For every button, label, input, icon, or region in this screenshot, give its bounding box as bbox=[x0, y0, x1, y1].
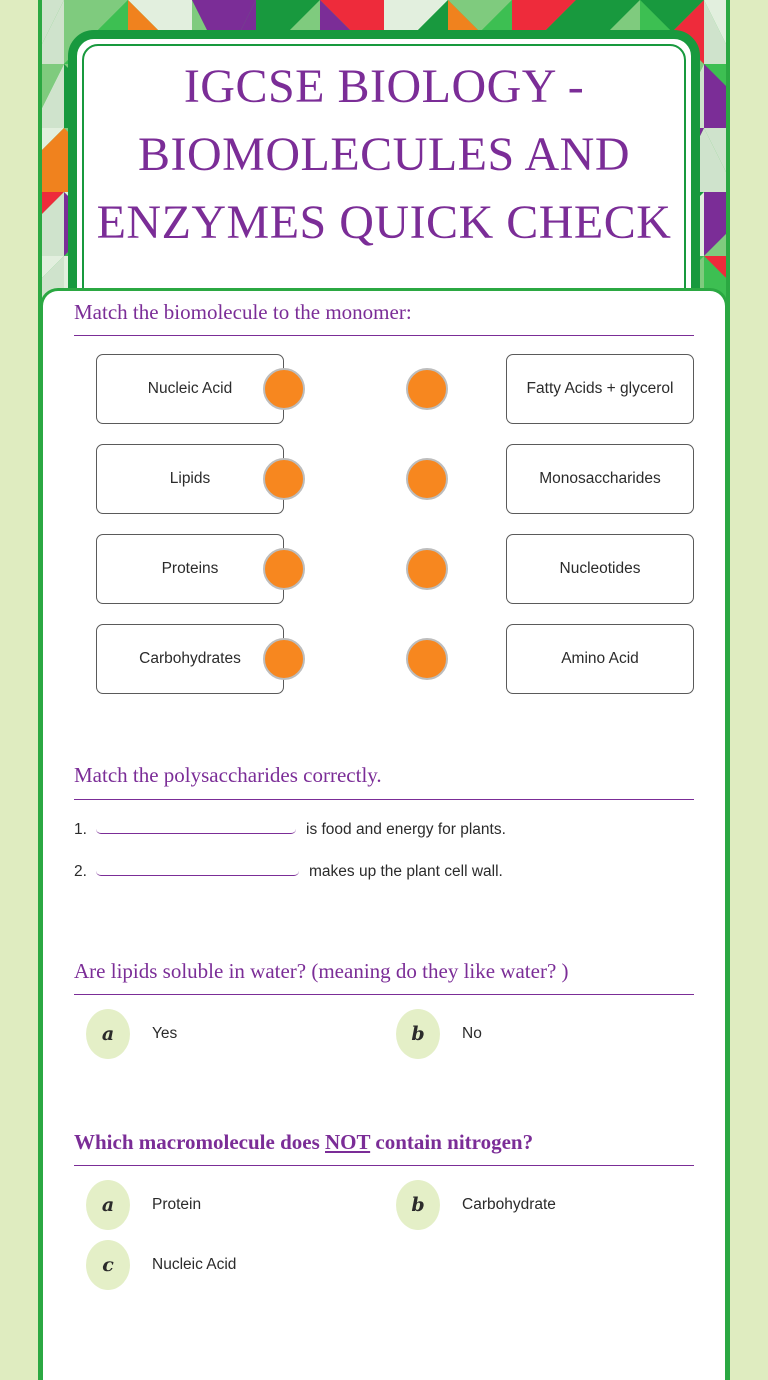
choice-option[interactable]: a Yes bbox=[74, 1008, 384, 1059]
option-letter-bubble[interactable]: b bbox=[396, 1180, 440, 1231]
question-1-divider bbox=[74, 335, 694, 337]
blank-number: 2. bbox=[74, 862, 87, 880]
question-4-divider bbox=[74, 1165, 694, 1167]
choice-option[interactable]: a Protein bbox=[74, 1180, 384, 1231]
match-connector-dot[interactable] bbox=[406, 368, 448, 411]
blank-sentence-tail: is food and energy for plants. bbox=[306, 820, 506, 838]
blank-input-1[interactable] bbox=[96, 814, 296, 834]
choice-option[interactable]: c Nucleic Acid bbox=[74, 1240, 384, 1291]
match-box-label[interactable]: Lipids bbox=[96, 444, 284, 515]
match-item[interactable]: Nucleic Acid bbox=[74, 354, 364, 425]
option-label[interactable]: Nucleic Acid bbox=[152, 1256, 236, 1274]
question-3-prompt: Are lipids soluble in water? (meaning do… bbox=[74, 958, 569, 983]
match-box-label[interactable]: Proteins bbox=[96, 534, 284, 605]
match-item[interactable]: Amino Acid bbox=[404, 624, 694, 695]
worksheet-content-sheet: Match the biomolecule to the monomer: Nu… bbox=[40, 288, 728, 1380]
matching-grid: Nucleic Acid Lipids Proteins Carbohydrat… bbox=[74, 354, 694, 714]
match-box-label[interactable]: Monosaccharides bbox=[506, 444, 694, 515]
question-polysaccharides: Match the polysaccharides correctly. 1. … bbox=[74, 754, 694, 880]
choice-option[interactable]: b Carbohydrate bbox=[384, 1180, 694, 1231]
page-title: IGCSE BIOLOGY - BIOMOLECULES AND ENZYMES… bbox=[96, 60, 672, 250]
match-connector-dot[interactable] bbox=[406, 458, 448, 501]
blank-row: 2. makes up the plant cell wall. bbox=[74, 856, 694, 881]
match-connector-dot[interactable] bbox=[406, 548, 448, 591]
match-box-label[interactable]: Fatty Acids + glycerol bbox=[506, 354, 694, 425]
match-box-label[interactable]: Carbohydrates bbox=[96, 624, 284, 695]
prompt-text: Which macromolecule does bbox=[74, 1129, 325, 1154]
blank-input-2[interactable] bbox=[96, 856, 299, 876]
blank-number: 1. bbox=[74, 820, 87, 838]
match-box-label[interactable]: Nucleotides bbox=[506, 534, 694, 605]
choice-grid: a Protein b Carbohydrate c Nucleic Acid bbox=[74, 1180, 694, 1300]
match-item[interactable]: Carbohydrates bbox=[74, 624, 364, 695]
option-label[interactable]: Carbohydrate bbox=[462, 1196, 556, 1214]
option-letter-bubble[interactable]: a bbox=[86, 1180, 130, 1231]
match-connector-dot[interactable] bbox=[263, 548, 305, 591]
question-1-prompt: Match the biomolecule to the monomer: bbox=[74, 300, 412, 324]
match-item[interactable]: Fatty Acids + glycerol bbox=[404, 354, 694, 425]
match-connector-dot[interactable] bbox=[263, 638, 305, 681]
match-item[interactable]: Monosaccharides bbox=[404, 444, 694, 515]
match-item[interactable]: Proteins bbox=[74, 534, 364, 605]
emphasis-not: NOT bbox=[325, 1129, 371, 1154]
choice-option[interactable]: b No bbox=[384, 1008, 694, 1059]
match-box-label[interactable]: Amino Acid bbox=[506, 624, 694, 695]
question-2-divider bbox=[74, 798, 694, 800]
question-matching-biomolecules: Match the biomolecule to the monomer: Nu… bbox=[74, 291, 694, 714]
question-2-prompt: Match the polysaccharides correctly. bbox=[74, 763, 382, 788]
blank-sentence-tail: makes up the plant cell wall. bbox=[309, 862, 503, 880]
match-connector-dot[interactable] bbox=[406, 638, 448, 681]
blank-row: 1. is food and energy for plants. bbox=[74, 814, 694, 839]
match-item[interactable]: Nucleotides bbox=[404, 534, 694, 605]
prompt-text: contain nitrogen? bbox=[370, 1129, 534, 1154]
match-connector-dot[interactable] bbox=[263, 368, 305, 411]
match-box-label[interactable]: Nucleic Acid bbox=[96, 354, 284, 425]
question-nitrogen-macromolecule: Which macromolecule does NOT contain nit… bbox=[74, 1121, 694, 1300]
blank-list: 1. is food and energy for plants. 2. mak… bbox=[74, 814, 694, 881]
left-page-margin bbox=[0, 0, 40, 1380]
option-letter-bubble[interactable]: c bbox=[86, 1240, 130, 1291]
option-letter-bubble[interactable]: a bbox=[86, 1008, 130, 1059]
right-page-margin bbox=[728, 0, 768, 1380]
matching-column-right: Fatty Acids + glycerol Monosaccharides N… bbox=[404, 354, 694, 714]
question-lipid-solubility: Are lipids soluble in water? (meaning do… bbox=[74, 950, 694, 1069]
option-letter-bubble[interactable]: b bbox=[396, 1008, 440, 1059]
match-item[interactable]: Lipids bbox=[74, 444, 364, 515]
choice-grid: a Yes b No bbox=[74, 1008, 694, 1069]
matching-column-left: Nucleic Acid Lipids Proteins Carbohydrat… bbox=[74, 354, 364, 714]
question-4-prompt: Which macromolecule does NOT contain nit… bbox=[74, 1129, 694, 1165]
match-connector-dot[interactable] bbox=[263, 458, 305, 501]
question-3-divider bbox=[74, 993, 694, 995]
option-label[interactable]: Protein bbox=[152, 1196, 201, 1214]
option-label[interactable]: No bbox=[462, 1025, 482, 1043]
option-label[interactable]: Yes bbox=[152, 1025, 177, 1043]
